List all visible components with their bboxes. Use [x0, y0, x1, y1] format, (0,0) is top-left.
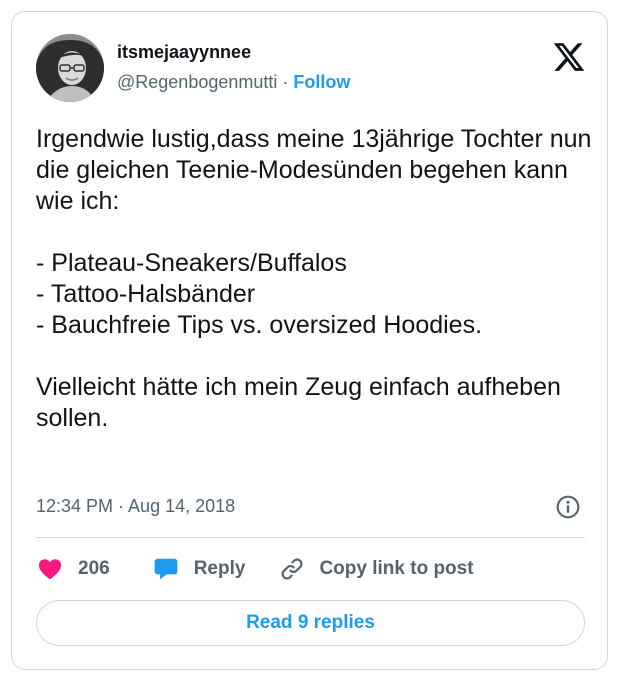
like-button[interactable]: 206 — [36, 556, 110, 582]
tweet-timestamp[interactable]: 12:34 PM · Aug 14, 2018 — [36, 496, 235, 517]
handle-separator: · — [282, 72, 289, 92]
read-replies-label: Read 9 replies — [246, 612, 375, 633]
tweet-card: itsmejaayynnee @Regenbogenmutti · Follow… — [11, 11, 608, 670]
action-bar: 206 Reply Copy link to post — [36, 556, 474, 582]
reply-button[interactable]: Reply — [152, 556, 246, 582]
tweet-text: Irgendwie lustig,dass meine 13jährige To… — [36, 125, 592, 432]
copy-link-label: Copy link to post — [319, 558, 474, 579]
author-handle[interactable]: @Regenbogenmutti — [117, 72, 277, 92]
copy-link-button[interactable]: Copy link to post — [279, 556, 474, 582]
x-logo-icon[interactable] — [552, 40, 586, 74]
info-icon[interactable] — [555, 494, 581, 520]
divider — [36, 537, 585, 538]
avatar-photo — [36, 34, 104, 102]
speech-bubble-icon — [154, 558, 178, 580]
heart-icon — [38, 559, 62, 580]
read-replies-button[interactable]: Read 9 replies — [36, 600, 585, 646]
avatar[interactable] — [36, 34, 104, 102]
reply-label: Reply — [193, 558, 246, 579]
author-display-name[interactable]: itsmejaayynnee — [117, 42, 251, 63]
author-handle-row: @Regenbogenmutti · Follow — [117, 72, 350, 93]
like-count: 206 — [78, 558, 110, 579]
link-icon — [281, 558, 303, 580]
follow-button[interactable]: Follow — [293, 72, 350, 92]
